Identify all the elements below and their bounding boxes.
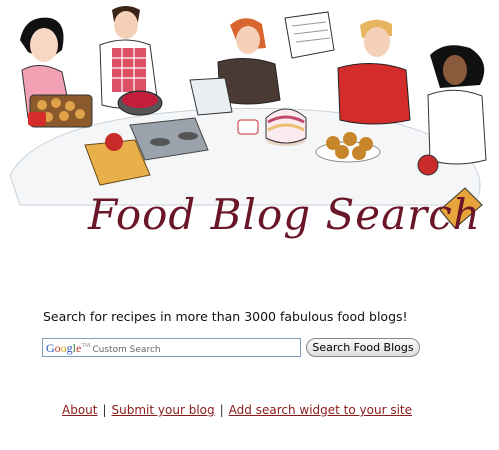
search-input-wrapper[interactable]: GoogleTM Custom Search [42, 338, 301, 360]
about-link[interactable]: About [62, 403, 97, 417]
search-input[interactable] [43, 343, 300, 360]
cook-figure-2 [99, 6, 163, 116]
cook-figure-3 [189, 11, 335, 116]
search-food-blogs-button[interactable]: Search Food Blogs [306, 338, 420, 357]
submit-blog-link[interactable]: Submit your blog [112, 403, 215, 417]
cook-figure-1 [20, 17, 93, 128]
tagline: Search for recipes in more than 3000 fab… [43, 309, 408, 324]
footer-links: About | Submit your blog | Add search widget… [62, 403, 412, 417]
site-logo: Food Blog Search [88, 190, 481, 239]
link-separator: | [219, 403, 224, 417]
link-separator: | [102, 403, 107, 417]
add-search-widget-link[interactable]: Add search widget to your site [229, 403, 412, 417]
